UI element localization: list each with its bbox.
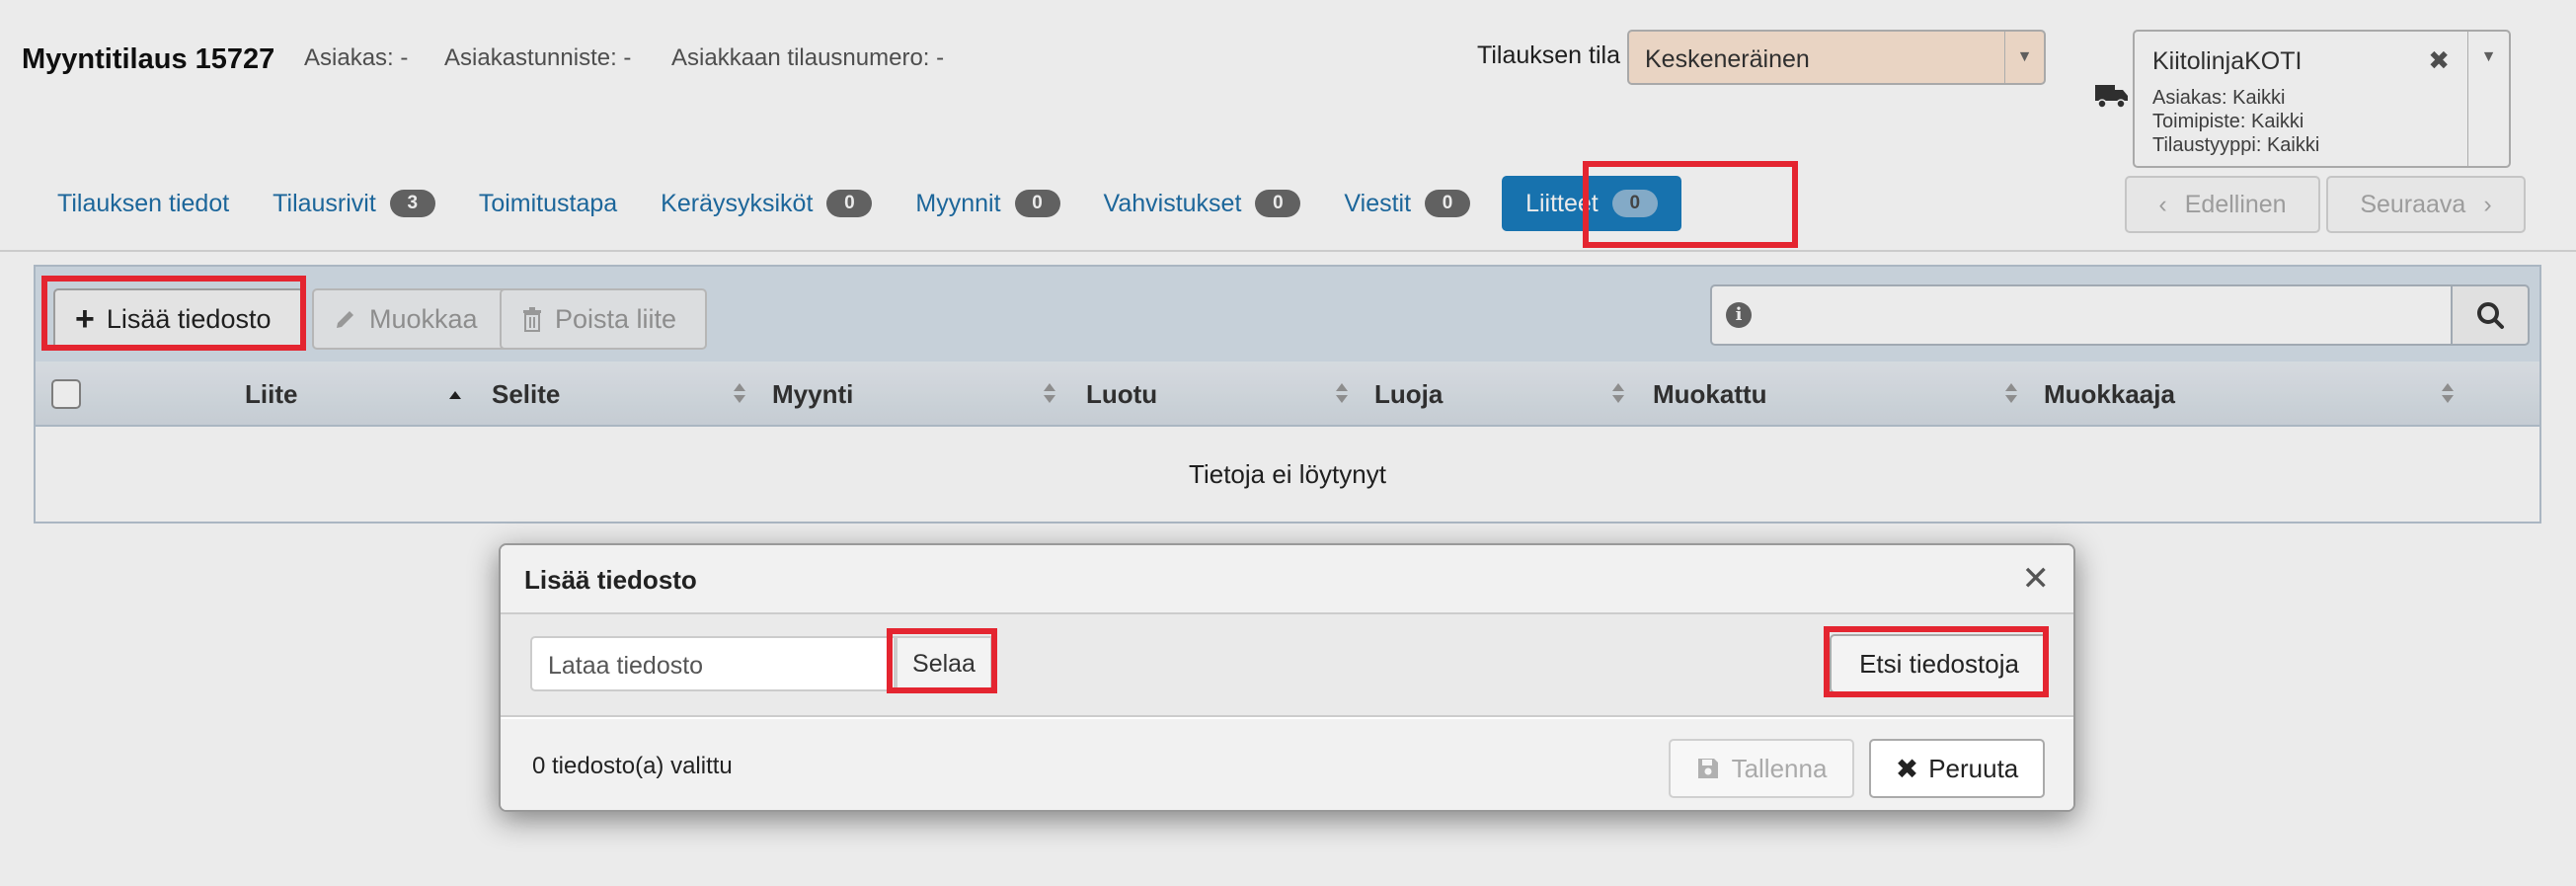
search-files-button[interactable]: Etsi tiedostoja xyxy=(1830,634,2049,693)
dialog-title: Lisää tiedosto xyxy=(524,565,697,595)
upload-placeholder: Lataa tiedosto xyxy=(548,652,704,680)
dialog-body: Lataa tiedosto Selaa Etsi tiedostoja xyxy=(501,614,2073,717)
dialog-footer: 0 tiedosto(a) valittu Tallenna ✖ Peruuta xyxy=(501,719,2073,810)
close-icon: ✖ xyxy=(1895,753,1919,784)
floppy-disk-icon xyxy=(1697,759,1718,778)
close-icon[interactable]: ✕ xyxy=(2022,559,2051,599)
add-file-dialog: Lisää tiedosto ✕ Lataa tiedosto Selaa Et… xyxy=(499,543,2075,812)
upload-file-input[interactable]: Lataa tiedosto xyxy=(530,636,896,691)
browse-button[interactable]: Selaa xyxy=(896,636,992,691)
cancel-button[interactable]: ✖ Peruuta xyxy=(1869,739,2045,798)
save-button[interactable]: Tallenna xyxy=(1669,739,1854,798)
save-label: Tallenna xyxy=(1731,753,1828,783)
cancel-label: Peruuta xyxy=(1928,753,2019,783)
dialog-header: Lisää tiedosto ✕ xyxy=(501,545,2073,614)
selected-file-count: 0 tiedosto(a) valittu xyxy=(532,753,733,779)
